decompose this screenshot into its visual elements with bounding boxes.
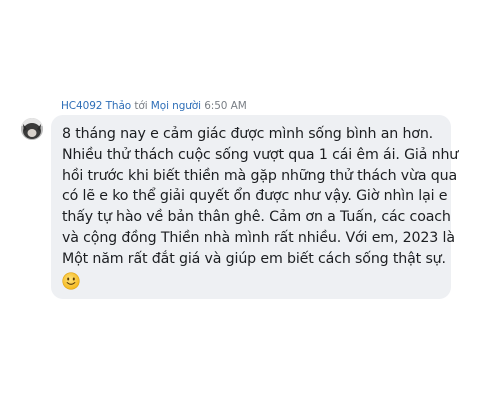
message-line-3: hồi trước khi biết thiền mà gặp những th… — [62, 167, 457, 184]
message-line-2: Nhiều thử thách cuộc sống vượt qua 1 cái… — [62, 146, 459, 163]
avatar[interactable] — [21, 118, 43, 140]
avatar-image — [21, 118, 43, 140]
chat-message-screenshot: HC4092 Thảo tới Mọi người 6:50 AM 8 thán… — [0, 0, 477, 400]
message-line-5: thấy tự hào về bản thân ghê. Cảm ơn a Tu… — [62, 209, 451, 226]
recipient-name[interactable]: Mọi người — [151, 100, 201, 112]
message-bubble: 8 tháng nay e cảm giác được mình sống bì… — [51, 115, 459, 299]
slightly-smiling-face-icon — [62, 271, 80, 290]
to-label: tới — [134, 100, 148, 112]
message-line-1: 8 tháng nay e cảm giác được mình sống bì… — [62, 126, 434, 142]
message-line-7: Một năm rất đắt giá và giúp em biết cách… — [62, 250, 446, 267]
message-header: HC4092 Thảo tới Mọi người 6:50 AM — [61, 100, 247, 112]
sender-name[interactable]: HC4092 Thảo — [61, 100, 131, 112]
message-line-4: có lẽ e ko thể giải quyết ổn được như vậ… — [62, 188, 448, 205]
timestamp: 6:50 AM — [204, 100, 247, 112]
message-line-6: và cộng đồng Thiền nhà mình rất nhiều. V… — [62, 229, 455, 246]
